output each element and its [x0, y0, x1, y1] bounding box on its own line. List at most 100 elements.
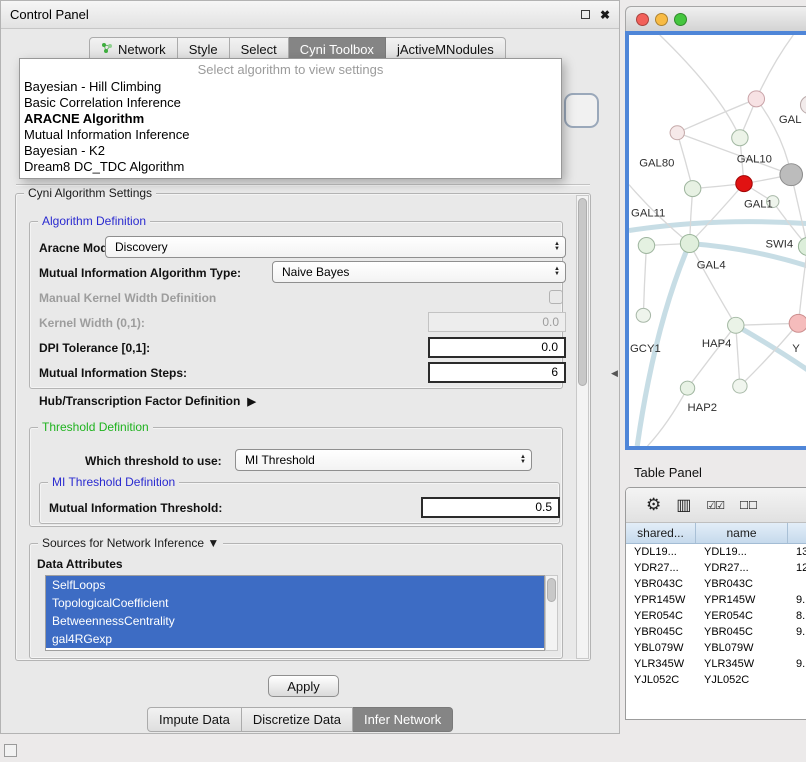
bottom-tab-impute-data[interactable]: Impute Data: [147, 707, 242, 732]
hub-section-toggle[interactable]: Hub/Transcription Factor Definition▶: [39, 394, 256, 408]
network-graph[interactable]: GALGAL80GAL10GAL11GAL1SWI4GAL4HAP4YGCY1H…: [629, 35, 806, 446]
column-header[interactable]: [788, 523, 806, 543]
control-panel-window: Control Panel ✖ NetworkStyleSelectCyni T…: [0, 0, 620, 734]
close-icon[interactable]: ✖: [600, 9, 610, 21]
network-node[interactable]: [638, 238, 654, 254]
network-edge[interactable]: [756, 35, 793, 99]
tab-label: Network: [118, 42, 166, 57]
table-row[interactable]: YBR043CYBR043C: [626, 576, 806, 592]
table-row[interactable]: YLR345WYLR345W9.: [626, 656, 806, 672]
network-edge[interactable]: [690, 243, 736, 325]
network-canvas[interactable]: GALGAL80GAL10GAL11GAL1SWI4GAL4HAP4YGCY1H…: [625, 31, 806, 450]
show-columns-icon[interactable]: ☑☑: [706, 499, 724, 512]
table-cell: YLR345W: [696, 658, 788, 670]
network-node[interactable]: [748, 91, 764, 107]
manual-kernel-checkbox[interactable]: [549, 290, 563, 304]
table-cell: YJL052C: [626, 674, 696, 686]
attributes-scrollbar-thumb[interactable]: [547, 578, 556, 602]
manual-kernel-label: Manual Kernel Width Definition: [39, 291, 216, 305]
mac-minimize-icon[interactable]: [655, 13, 668, 26]
network-node[interactable]: [789, 314, 806, 332]
table-row[interactable]: YPR145WYPR145W9.: [626, 592, 806, 608]
kernel-width-label: Kernel Width (0,1):: [39, 316, 145, 330]
table-row[interactable]: YJL052CYJL052C: [626, 672, 806, 688]
splitter-collapse-icon[interactable]: ◀: [611, 368, 618, 379]
table-row[interactable]: YER054CYER054C8.: [626, 608, 806, 624]
attribute-item[interactable]: SelfLoops: [46, 576, 544, 594]
algorithm-option[interactable]: Bayesian - Hill Climbing: [20, 79, 561, 95]
network-edge[interactable]: [688, 325, 736, 388]
network-view-window: GALGAL80GAL10GAL11GAL1SWI4GAL4HAP4YGCY1H…: [625, 6, 806, 450]
hide-columns-icon[interactable]: ☐☐: [739, 499, 757, 512]
aracne-mode-select[interactable]: Discovery ▲▼: [105, 236, 566, 258]
table-cell: YJL052C: [696, 674, 788, 686]
control-panel-titlebar: Control Panel ✖: [1, 1, 619, 29]
column-header[interactable]: name: [696, 523, 788, 543]
attribute-item[interactable]: gal4RGexp: [46, 630, 544, 648]
which-threshold-select[interactable]: MI Threshold ▲▼: [235, 449, 532, 471]
node-label: GCY1: [630, 343, 661, 355]
cyni-settings-group-title: Cyni Algorithm Settings: [24, 186, 156, 200]
table-cell: 9.: [788, 594, 806, 606]
network-node[interactable]: [680, 235, 698, 253]
mac-close-icon[interactable]: [636, 13, 649, 26]
attribute-item[interactable]: BetweennessCentrality: [46, 612, 544, 630]
table-header-row: shared...name: [626, 523, 806, 544]
column-header[interactable]: shared...: [626, 523, 696, 543]
table-cell: YPR145W: [696, 594, 788, 606]
network-node[interactable]: [670, 126, 684, 140]
network-node[interactable]: [728, 317, 744, 333]
settings-scrollbar-thumb[interactable]: [578, 198, 587, 386]
settings-gear-icon[interactable]: ⚙: [646, 495, 661, 515]
table-row[interactable]: YBL079WYBL079W: [626, 640, 806, 656]
network-node[interactable]: [800, 96, 806, 114]
node-label: HAP2: [688, 402, 717, 414]
mi-threshold-field[interactable]: 0.5: [421, 497, 560, 518]
network-edge[interactable]: [798, 246, 806, 323]
algorithm-option[interactable]: Dream8 DC_TDC Algorithm: [20, 159, 561, 175]
mi-algorithm-type-select[interactable]: Naive Bayes ▲▼: [272, 261, 566, 283]
attribute-item[interactable]: TopologicalCoefficient: [46, 594, 544, 612]
kernel-width-field[interactable]: 0.0: [428, 312, 566, 332]
network-node[interactable]: [636, 308, 650, 322]
sources-group-toggle[interactable]: Sources for Network Inference ▼: [38, 536, 223, 550]
hub-section-label: Hub/Transcription Factor Definition: [39, 394, 240, 408]
mi-steps-field[interactable]: 6: [428, 362, 566, 383]
mac-zoom-icon[interactable]: [674, 13, 687, 26]
table-row[interactable]: YDR27...YDR27...12: [626, 560, 806, 576]
network-node[interactable]: [680, 381, 694, 395]
settings-scrollbar[interactable]: [576, 195, 589, 659]
float-window-icon[interactable]: [581, 10, 590, 19]
network-edge[interactable]: [629, 222, 806, 231]
apply-button[interactable]: Apply: [268, 675, 339, 697]
network-edge[interactable]: [736, 325, 740, 386]
network-window-titlebar: [625, 6, 806, 31]
bottom-tab-infer-network[interactable]: Infer Network: [353, 707, 453, 732]
algorithm-option[interactable]: Mutual Information Inference: [20, 127, 561, 143]
table-row[interactable]: YBR045CYBR045C9.: [626, 624, 806, 640]
algorithm-option[interactable]: Basic Correlation Inference: [20, 95, 561, 111]
network-node[interactable]: [733, 379, 747, 393]
aracne-mode-value: Discovery: [115, 240, 168, 254]
algorithm-option[interactable]: ARACNE Algorithm: [20, 111, 561, 127]
mi-threshold-label: Mutual Information Threshold:: [49, 501, 222, 515]
dpi-tolerance-field[interactable]: 0.0: [428, 337, 566, 358]
network-node[interactable]: [684, 181, 700, 197]
node-label: GAL10: [737, 154, 772, 166]
bottom-tab-discretize-data[interactable]: Discretize Data: [242, 707, 353, 732]
algorithm-option[interactable]: Bayesian - K2: [20, 143, 561, 159]
network-node[interactable]: [736, 176, 752, 192]
data-attributes-label: Data Attributes: [37, 557, 123, 571]
table-row[interactable]: YDL19...YDL19...13: [626, 544, 806, 560]
window-restore-icon[interactable]: [4, 744, 17, 757]
network-node[interactable]: [732, 130, 748, 146]
chevron-down-icon: ▼: [207, 536, 219, 550]
network-edge[interactable]: [677, 133, 692, 189]
network-node[interactable]: [780, 164, 803, 186]
network-node[interactable]: [798, 238, 806, 256]
network-edge[interactable]: [647, 388, 687, 446]
column-layout-icon[interactable]: ▥: [676, 495, 691, 515]
attributes-scrollbar[interactable]: [545, 575, 558, 651]
network-edge[interactable]: [643, 245, 646, 315]
table-cell: YPR145W: [626, 594, 696, 606]
